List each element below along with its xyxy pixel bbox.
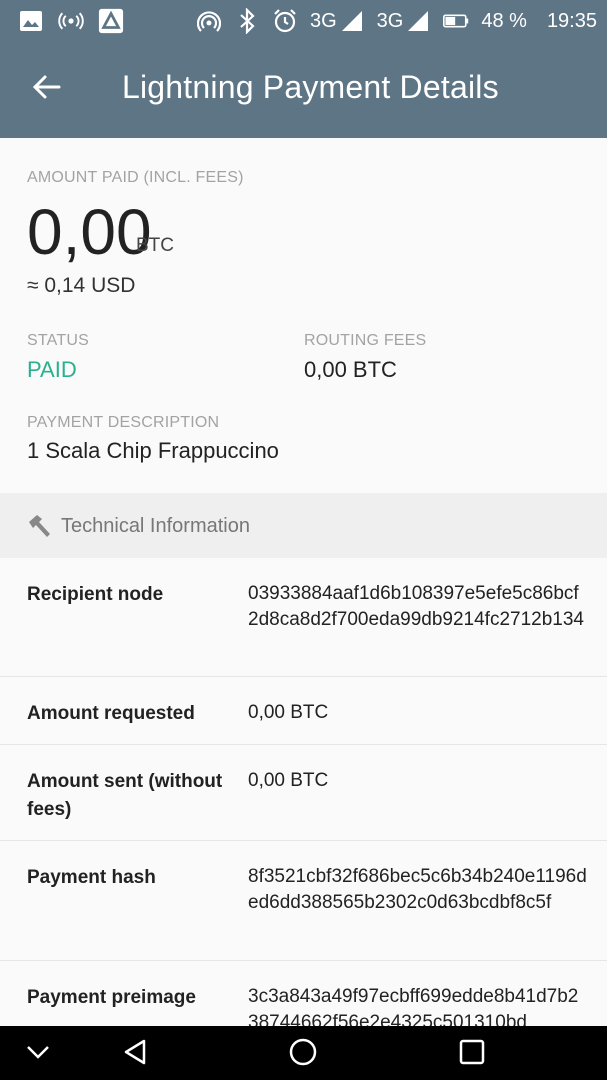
- tech-row-amount-sent: Amount sent (without fees) 0,00 BTC: [0, 745, 607, 841]
- payment-description-label: PAYMENT DESCRIPTION: [27, 414, 220, 431]
- amount-paid-value: 0,00: [27, 196, 152, 268]
- routing-fees-value: 0,00 BTC: [304, 357, 397, 382]
- technical-info-header: Technical Information: [0, 493, 607, 558]
- status-badge: PAID: [27, 357, 77, 382]
- tech-row-key: Amount sent (without fees): [27, 771, 223, 820]
- hotspot-icon: [196, 8, 222, 34]
- network-type-2: 3G: [376, 10, 404, 32]
- signal-icon: [339, 8, 365, 34]
- square-recents-icon: [458, 1038, 486, 1071]
- battery-percent: 48 %: [481, 10, 527, 32]
- network-type-1: 3G: [309, 10, 337, 32]
- clock: 19:35: [546, 10, 597, 32]
- system-nav-bar: [0, 1026, 607, 1080]
- tech-row-key: Payment hash: [27, 867, 156, 888]
- alarm-icon: [272, 8, 298, 34]
- triangle-back-icon: [122, 1038, 150, 1071]
- tech-row-value[interactable]: 3c3a843a49f97ecbff699edde8b41d7b23874466…: [248, 984, 588, 1026]
- tech-row-value[interactable]: 0,00 BTC: [248, 700, 588, 726]
- technical-info-title: Technical Information: [61, 515, 250, 537]
- tech-row-value[interactable]: 8f3521cbf32f686bec5c6b34b240e1196ded6dd3…: [248, 864, 588, 916]
- page-title: Lightning Payment Details: [122, 69, 499, 105]
- gallery-icon: [18, 8, 44, 34]
- status-bar: 3G 3G 48 % 19:35: [0, 0, 607, 42]
- nav-back-button[interactable]: [120, 1038, 152, 1070]
- signal-icon-2: [405, 8, 431, 34]
- payment-description-value: 1 Scala Chip Frappuccino: [27, 438, 279, 463]
- circle-home-icon: [288, 1037, 318, 1072]
- technical-info-list: Recipient node 03933884aaf1d6b108397e5ef…: [0, 558, 607, 1026]
- tech-row-payment-preimage: Payment preimage 3c3a843a49f97ecbff699ed…: [0, 961, 607, 1026]
- tech-row-value[interactable]: 03933884aaf1d6b108397e5efe5c86bcf2d8ca8d…: [248, 581, 588, 633]
- amount-paid-label: AMOUNT PAID (INCL. FEES): [27, 169, 244, 186]
- amount-fiat-value: ≈ 0,14 USD: [27, 274, 136, 297]
- tech-row-key: Payment preimage: [27, 987, 196, 1008]
- broadcast-icon: [58, 8, 84, 34]
- back-button[interactable]: [22, 64, 72, 114]
- amount-paid-unit: BTC: [136, 235, 174, 256]
- arrow-left-icon: [32, 72, 62, 107]
- hammer-icon: [26, 513, 52, 539]
- status-label: STATUS: [27, 332, 89, 349]
- battery-icon: [443, 8, 469, 34]
- nav-home-button[interactable]: [287, 1038, 319, 1070]
- tech-row-payment-hash: Payment hash 8f3521cbf32f686bec5c6b34b24…: [0, 841, 607, 961]
- nav-recents-button[interactable]: [456, 1038, 488, 1070]
- tech-row-key: Recipient node: [27, 584, 164, 605]
- chevron-down-icon: [24, 1038, 52, 1071]
- nav-hide-keyboard-button[interactable]: [22, 1038, 54, 1070]
- tech-row-amount-requested: Amount requested 0,00 BTC: [0, 677, 607, 745]
- tech-row-value[interactable]: 0,00 BTC: [248, 768, 588, 794]
- app-logo-icon: [98, 8, 124, 34]
- payment-details[interactable]: AMOUNT PAID (INCL. FEES) 0,00 BTC ≈ 0,14…: [0, 138, 607, 1026]
- app-bar: Lightning Payment Details: [0, 42, 607, 138]
- tech-row-recipient-node: Recipient node 03933884aaf1d6b108397e5ef…: [0, 558, 607, 677]
- bluetooth-icon: [234, 8, 260, 34]
- tech-row-key: Amount requested: [27, 703, 195, 724]
- routing-fees-label: ROUTING FEES: [304, 332, 427, 349]
